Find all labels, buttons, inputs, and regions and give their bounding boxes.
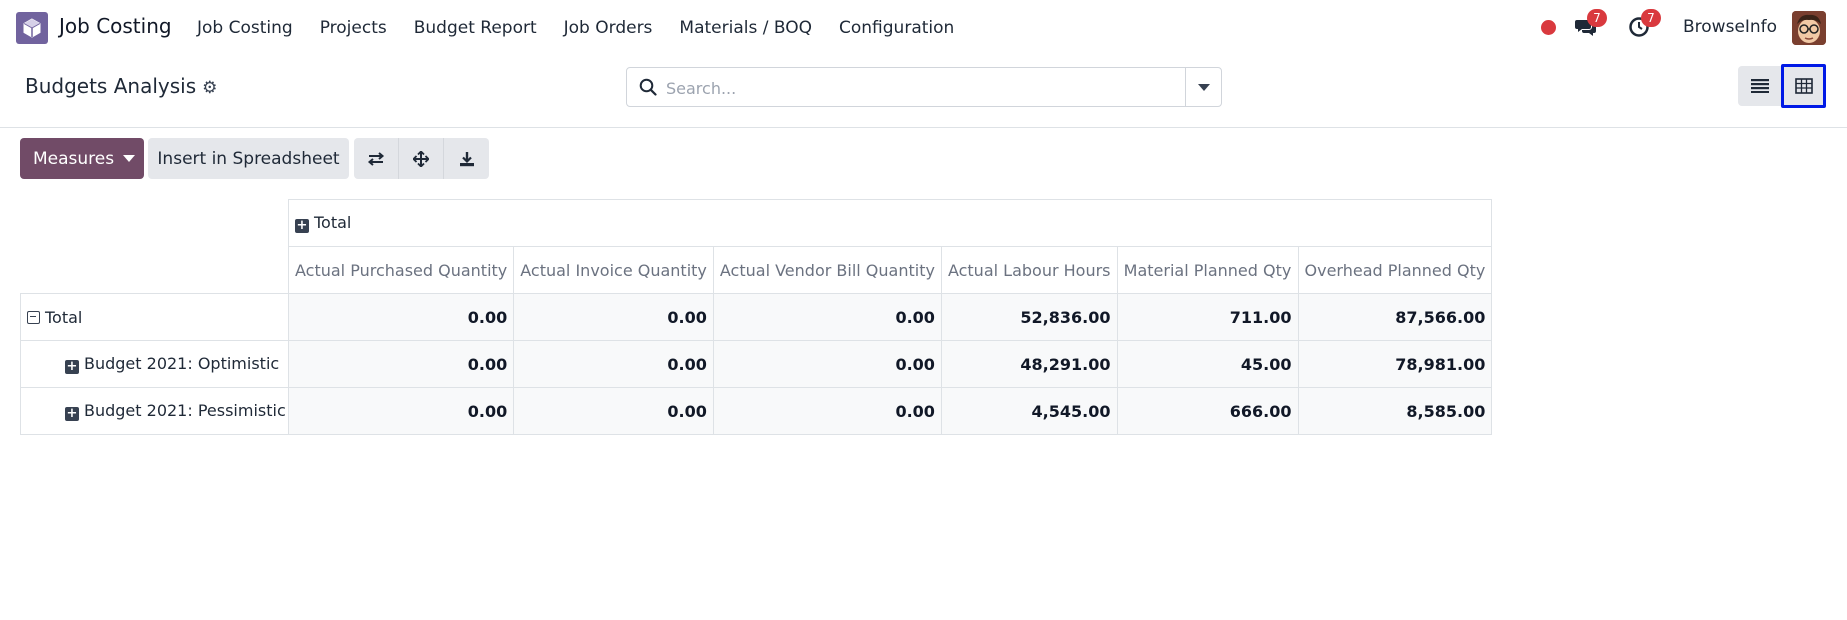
user-avatar[interactable] — [1792, 11, 1826, 45]
pivot-cell[interactable]: 0.00 — [287, 387, 515, 435]
list-view-button[interactable] — [1738, 66, 1781, 106]
pivot-cell[interactable]: 0.00 — [287, 293, 515, 341]
menu-materials-boq[interactable]: Materials / BOQ — [679, 18, 812, 38]
pivot-cell[interactable]: 666.00 — [1116, 387, 1299, 435]
pivot-view-button[interactable] — [1781, 64, 1826, 108]
main-menu: Job Costing Projects Budget Report Job O… — [197, 0, 981, 55]
insert-in-spreadsheet-button[interactable]: Insert in Spreadsheet — [148, 138, 349, 179]
expand-plus-icon: + — [65, 406, 79, 421]
pivot-cell[interactable]: 45.00 — [1116, 340, 1299, 388]
table-row: + Budget 2021: Optimistic 0.00 0.00 0.00 … — [20, 340, 1493, 388]
search-options-toggle[interactable] — [1185, 68, 1221, 106]
app-name[interactable]: Job Costing — [59, 14, 172, 38]
pivot-cell[interactable]: 0.00 — [287, 340, 515, 388]
app-cube-icon[interactable] — [16, 12, 48, 44]
messages-badge: 7 — [1587, 9, 1607, 27]
pivot-cell[interactable]: 87,566.00 — [1297, 293, 1493, 341]
activities-badge: 7 — [1641, 9, 1661, 27]
measure-header[interactable]: Actual Purchased Quantity — [287, 246, 515, 294]
page-title-text: Budgets Analysis — [25, 74, 197, 98]
list-icon — [1750, 79, 1769, 93]
expand-plus-icon: + — [65, 359, 79, 374]
row-header-pessimistic[interactable]: + Budget 2021: Pessimistic — [20, 387, 289, 435]
flip-axis-button[interactable] — [354, 138, 399, 179]
page-title: Budgets Analysis ⚙ — [25, 74, 217, 98]
pivot-cell[interactable]: 0.00 — [513, 293, 714, 341]
pivot-cell[interactable]: 0.00 — [712, 340, 942, 388]
table-icon — [1794, 78, 1813, 94]
search-input[interactable] — [666, 76, 1166, 100]
measure-header[interactable]: Actual Invoice Quantity — [513, 246, 714, 294]
pivot-table: + Total Actual Purchased Quantity Actual … — [20, 199, 1493, 435]
table-row: + Budget 2021: Pessimistic 0.00 0.00 0.00… — [20, 387, 1493, 435]
pivot-cell[interactable]: 78,981.00 — [1297, 340, 1493, 388]
row-label: Budget 2021: Pessimistic — [84, 401, 286, 420]
arrows-move-icon — [413, 150, 429, 167]
collapse-minus-icon — [27, 310, 40, 324]
measures-button[interactable]: Measures — [20, 138, 144, 179]
top-navbar: Job Costing Job Costing Projects Budget … — [0, 0, 1847, 55]
pivot-cell[interactable]: 0.00 — [712, 387, 942, 435]
pivot-cell[interactable]: 0.00 — [513, 340, 714, 388]
gear-icon[interactable]: ⚙ — [202, 78, 217, 98]
pivot-col-header-total[interactable]: + Total — [287, 199, 1493, 247]
user-name[interactable]: BrowseInfo — [1683, 17, 1777, 37]
menu-budget-report[interactable]: Budget Report — [414, 18, 537, 38]
messages-icon[interactable]: 7 — [1574, 9, 1607, 38]
download-button[interactable] — [444, 138, 489, 179]
table-row: Total 0.00 0.00 0.00 52,836.00 711.00 87… — [20, 293, 1493, 341]
search-bar — [626, 67, 1222, 107]
menu-configuration[interactable]: Configuration — [839, 18, 954, 38]
row-header-optimistic[interactable]: + Budget 2021: Optimistic — [20, 340, 289, 388]
pivot-cell[interactable]: 0.00 — [513, 387, 714, 435]
pivot-corner — [20, 199, 289, 294]
measure-header[interactable]: Actual Labour Hours — [940, 246, 1118, 294]
menu-projects[interactable]: Projects — [320, 18, 387, 38]
search-icon — [639, 78, 657, 100]
menu-job-orders[interactable]: Job Orders — [564, 18, 653, 38]
activities-clock-icon[interactable]: 7 — [1628, 9, 1661, 38]
pivot-actions — [354, 138, 489, 179]
col-header-label: Total — [314, 213, 352, 232]
measure-header[interactable]: Material Planned Qty — [1116, 246, 1299, 294]
pivot-cell[interactable]: 52,836.00 — [940, 293, 1118, 341]
expand-plus-icon: + — [295, 218, 309, 233]
control-panel: Budgets Analysis ⚙ — [0, 55, 1847, 128]
expand-all-button[interactable] — [399, 138, 444, 179]
pivot-cell[interactable]: 711.00 — [1116, 293, 1299, 341]
measure-header[interactable]: Actual Vendor Bill Quantity — [712, 246, 942, 294]
exchange-icon — [367, 151, 385, 166]
measure-header[interactable]: Overhead Planned Qty — [1297, 246, 1493, 294]
measures-label: Measures — [33, 148, 115, 169]
view-switcher — [1738, 64, 1826, 108]
row-label: Total — [45, 307, 83, 327]
menu-job-costing[interactable]: Job Costing — [197, 18, 293, 38]
download-icon — [459, 151, 474, 166]
pivot-cell[interactable]: 0.00 — [712, 293, 942, 341]
caret-down-icon — [123, 155, 136, 162]
row-label: Budget 2021: Optimistic — [84, 354, 280, 373]
chevron-down-icon — [1197, 83, 1210, 91]
row-header-total[interactable]: Total — [20, 293, 289, 341]
pivot-cell[interactable]: 8,585.00 — [1297, 387, 1493, 435]
pivot-cell[interactable]: 48,291.00 — [940, 340, 1118, 388]
status-indicator-icon[interactable] — [1541, 20, 1556, 35]
pivot-cell[interactable]: 4,545.00 — [940, 387, 1118, 435]
